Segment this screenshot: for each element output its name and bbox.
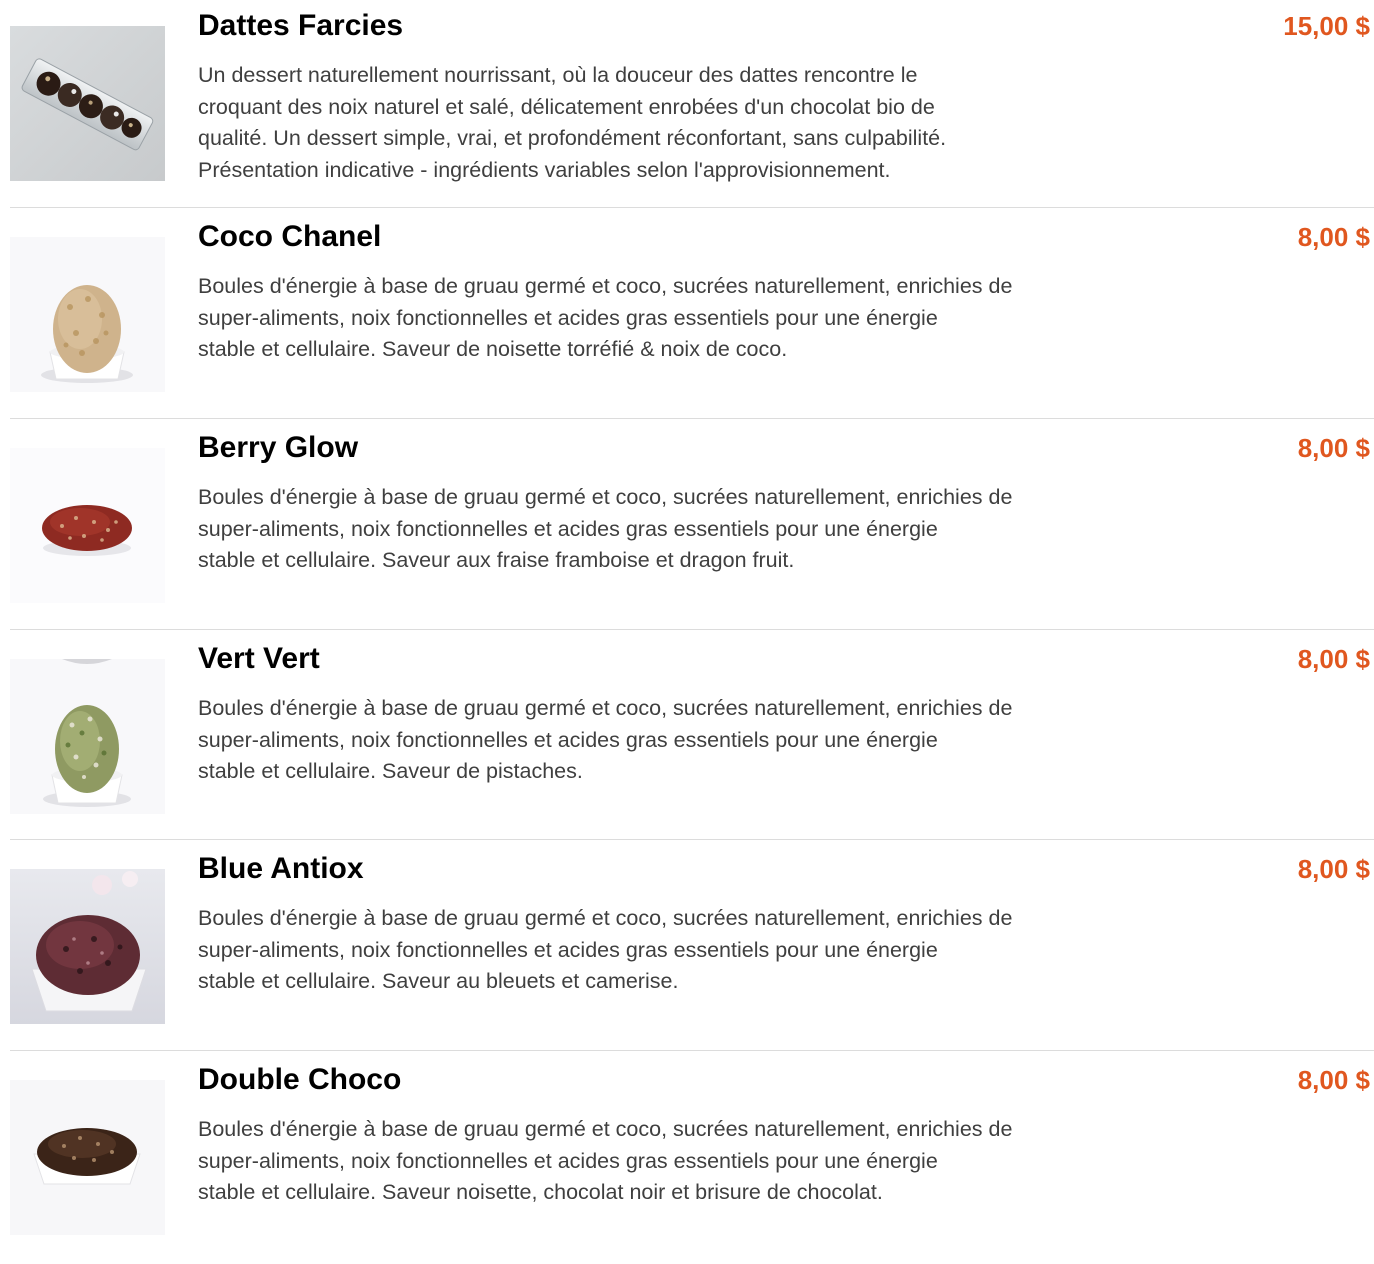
energy-ball-coconut-photo: [10, 237, 165, 392]
menu-item-berry-glow[interactable]: Berry Glow Boules d'énergie à base de gr…: [0, 422, 1374, 632]
menu-item-vert-vert[interactable]: Vert Vert Boules d'énergie à base de gru…: [0, 633, 1374, 843]
item-title: Double Choco: [198, 1063, 402, 1096]
divider: [10, 629, 1374, 630]
item-description: Boules d'énergie à base de gruau germé e…: [198, 1117, 1013, 1204]
item-description: Boules d'énergie à base de gruau germé e…: [198, 274, 1013, 361]
menu-item-double-choco[interactable]: Double Choco Boules d'énergie à base de …: [0, 1054, 1374, 1264]
item-description: Boules d'énergie à base de gruau germé e…: [198, 906, 1013, 993]
menu-item-blue-antiox[interactable]: Blue Antiox Boules d'énergie à base de g…: [0, 843, 1374, 1053]
item-price: 8,00 $: [1297, 222, 1370, 252]
item-price: 8,00 $: [1297, 433, 1370, 463]
item-price: 8,00 $: [1297, 1065, 1370, 1095]
menu-item-coco-chanel[interactable]: Coco Chanel Boules d'énergie à base de g…: [0, 211, 1374, 421]
item-price: 8,00 $: [1297, 854, 1370, 884]
menu-item-dattes-farcies[interactable]: Dattes Farcies Un dessert naturellement …: [0, 0, 1374, 210]
divider: [10, 418, 1374, 419]
item-title: Blue Antiox: [198, 852, 364, 885]
item-title: Dattes Farcies: [198, 9, 404, 42]
item-description: Un dessert naturellement nourrissant, où…: [198, 63, 947, 182]
item-description: Boules d'énergie à base de gruau germé e…: [198, 485, 1013, 572]
divider: [10, 207, 1374, 208]
divider: [10, 1050, 1374, 1051]
energy-ball-pistachio-photo: [10, 659, 165, 814]
item-title: Berry Glow: [198, 431, 359, 464]
energy-ball-berry-photo: [10, 448, 165, 603]
item-price: 8,00 $: [1297, 644, 1370, 674]
divider: [10, 839, 1374, 840]
item-price: 15,00 $: [1283, 11, 1370, 41]
item-description: Boules d'énergie à base de gruau germé e…: [198, 696, 1013, 783]
stuffed-dates-box-photo: [10, 26, 165, 181]
energy-ball-chocolate-photo: [10, 1080, 165, 1235]
item-title: Vert Vert: [198, 642, 320, 675]
item-title: Coco Chanel: [198, 220, 382, 253]
energy-ball-blueberry-photo: [10, 869, 165, 1024]
